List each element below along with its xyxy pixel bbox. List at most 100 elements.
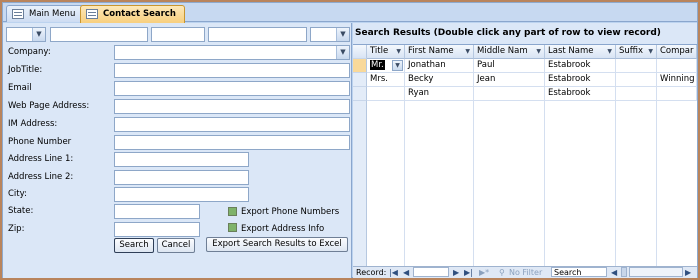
- last-name-field[interactable]: [208, 27, 307, 42]
- city-label: City:: [8, 189, 27, 199]
- export-excel-button[interactable]: Export Search Results to Excel: [206, 237, 348, 252]
- row-selector-column: [353, 101, 367, 266]
- address2-field[interactable]: [114, 170, 249, 185]
- table-cell[interactable]: [367, 87, 405, 101]
- phone-field[interactable]: [114, 135, 350, 150]
- phone-label: Phone Number: [8, 137, 72, 147]
- document-tab-bar: Main Menu Contact Search: [3, 3, 697, 23]
- column-header[interactable]: Suffix ▼: [616, 45, 657, 59]
- table-cell[interactable]: [657, 59, 697, 73]
- previous-record-button[interactable]: ◀: [403, 267, 409, 278]
- chevron-down-icon[interactable]: ▼: [336, 28, 349, 41]
- web-page-label: Web Page Address:: [8, 101, 90, 111]
- table-cell[interactable]: Estabrook: [545, 59, 616, 73]
- company-combo[interactable]: ▼: [114, 45, 350, 60]
- table-cell[interactable]: Becky: [405, 73, 474, 87]
- table-cell[interactable]: [474, 87, 545, 101]
- column-header[interactable]: First Name ▼: [405, 45, 474, 59]
- row-selector[interactable]: [353, 73, 367, 87]
- chevron-down-icon[interactable]: ▼: [648, 45, 653, 58]
- export-address-label: Export Address Info: [241, 224, 325, 234]
- chevron-down-icon[interactable]: ▼: [32, 28, 45, 41]
- chevron-down-icon[interactable]: ▼: [607, 45, 612, 58]
- state-label: State:: [8, 206, 34, 216]
- table-cell[interactable]: [616, 87, 657, 101]
- table-cell[interactable]: [616, 73, 657, 87]
- chevron-down-icon[interactable]: ▼: [392, 60, 403, 71]
- search-box-label: Search: [554, 268, 582, 277]
- chevron-down-icon[interactable]: ▼: [465, 45, 470, 58]
- record-label: Record:: [356, 268, 387, 277]
- table-cell[interactable]: [657, 87, 697, 101]
- table-cell[interactable]: Mr. ▼: [367, 59, 405, 73]
- export-phone-checkbox[interactable]: [228, 207, 237, 216]
- chevron-down-icon[interactable]: ▼: [336, 46, 349, 59]
- export-address-checkbox[interactable]: [228, 223, 237, 232]
- table-cell[interactable]: Ryan: [405, 87, 474, 101]
- grid-line: [544, 101, 545, 266]
- company-label: Company:: [8, 47, 51, 57]
- grid-line: [404, 101, 405, 266]
- tab-contact-search[interactable]: Contact Search: [80, 5, 185, 23]
- new-record-button[interactable]: ▶*: [479, 267, 489, 278]
- email-field[interactable]: [114, 81, 350, 96]
- tab-contact-search-label: Contact Search: [103, 9, 176, 19]
- column-header[interactable]: Title ▼: [367, 45, 405, 59]
- results-pane: Search Results (Double click any part of…: [353, 23, 697, 278]
- im-address-label: IM Address:: [8, 119, 58, 129]
- table-cell[interactable]: Paul: [474, 59, 545, 73]
- suffix-combo[interactable]: ▼: [310, 27, 350, 42]
- filter-icon: ⚲: [499, 268, 505, 277]
- zip-label: Zip:: [8, 224, 25, 234]
- row-selector[interactable]: [353, 87, 367, 101]
- im-address-field[interactable]: [114, 117, 350, 132]
- table-cell[interactable]: Jean: [474, 73, 545, 87]
- export-phone-label: Export Phone Numbers: [241, 207, 340, 217]
- tab-main-menu[interactable]: Main Menu: [6, 5, 85, 22]
- chevron-down-icon[interactable]: ▼: [536, 45, 541, 58]
- middle-name-field[interactable]: [151, 27, 205, 42]
- row-selector[interactable]: [353, 59, 367, 73]
- scroll-right-button[interactable]: ▶: [685, 267, 691, 278]
- select-all-corner[interactable]: [353, 45, 367, 59]
- column-header[interactable]: Middle Nam ▼: [474, 45, 545, 59]
- first-name-field[interactable]: [50, 27, 148, 42]
- city-field[interactable]: [114, 187, 249, 202]
- search-button[interactable]: Search: [114, 238, 154, 253]
- chevron-down-icon[interactable]: ▼: [396, 45, 401, 58]
- table-cell[interactable]: Estabrook: [545, 73, 616, 87]
- tab-main-menu-label: Main Menu: [29, 9, 76, 19]
- title-combo[interactable]: ▼: [6, 27, 46, 42]
- address2-label: Address Line 2:: [8, 172, 74, 182]
- table-cell[interactable]: [616, 59, 657, 73]
- scrollbar-thumb[interactable]: [621, 267, 627, 277]
- search-form-pane: ▼ ▼ Company: ▼ JobTitle: Email Web Page …: [3, 23, 352, 278]
- email-label: Email: [8, 83, 32, 93]
- address1-field[interactable]: [114, 152, 249, 167]
- table-cell[interactable]: Mrs.: [367, 73, 405, 87]
- form-icon: [86, 9, 98, 19]
- results-title: Search Results (Double click any part of…: [355, 28, 661, 38]
- web-page-field[interactable]: [114, 99, 350, 114]
- next-record-button[interactable]: ▶: [453, 267, 459, 278]
- address1-label: Address Line 1:: [8, 154, 74, 164]
- zip-field[interactable]: [114, 222, 200, 237]
- app-window: Main Menu Contact Search ▼ ▼ Company: ▼ …: [2, 2, 698, 278]
- results-datasheet[interactable]: Title ▼ First Name ▼ Middle Nam ▼ Last Name…: [353, 44, 697, 266]
- no-filter-indicator[interactable]: No Filter: [509, 267, 542, 278]
- horizontal-scrollbar[interactable]: [629, 267, 683, 277]
- scroll-left-button[interactable]: ◀: [611, 267, 617, 278]
- record-number-field[interactable]: [413, 267, 449, 277]
- job-title-field[interactable]: [114, 63, 350, 78]
- record-navigation-bar: Record: |◀ ◀ ▶ ▶| ▶* ⚲ No Filter Search …: [353, 266, 697, 278]
- last-record-button[interactable]: ▶|: [464, 267, 473, 278]
- state-field[interactable]: [114, 204, 200, 219]
- column-header[interactable]: Last Name ▼: [545, 45, 616, 59]
- grid-line: [656, 101, 657, 266]
- column-header[interactable]: Compar: [657, 45, 697, 59]
- table-cell[interactable]: Estabrook: [545, 87, 616, 101]
- first-record-button[interactable]: |◀: [389, 267, 398, 278]
- table-cell[interactable]: Winning: [657, 73, 697, 87]
- cancel-button[interactable]: Cancel: [157, 238, 195, 253]
- table-cell[interactable]: Jonathan: [405, 59, 474, 73]
